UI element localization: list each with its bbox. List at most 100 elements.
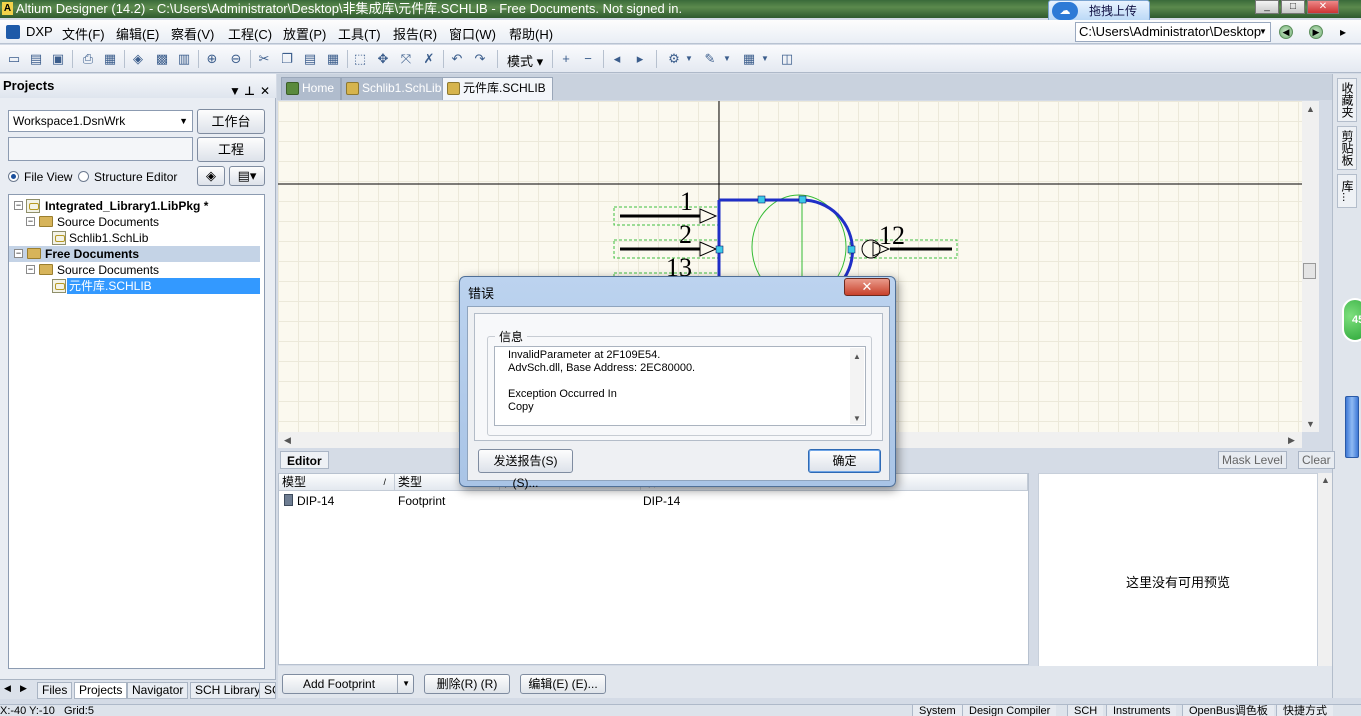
add-footprint-button[interactable]: Add Footprint ▼ <box>282 674 414 694</box>
menu-reports[interactable]: 报告(R) <box>393 24 437 43</box>
tree-item-schlib1[interactable]: Schlib1.SchLib <box>9 230 260 246</box>
menu-edit[interactable]: 编辑(E) <box>116 24 159 43</box>
component-icon[interactable]: ◫ <box>779 51 795 67</box>
close-window-button[interactable]: ✕ <box>1307 0 1339 14</box>
menu-project[interactable]: 工程(C) <box>228 24 272 43</box>
mode-dropdown[interactable]: 模式 ▾ <box>507 51 543 70</box>
move-icon[interactable]: ✥ <box>375 51 391 67</box>
menu-dxp[interactable]: DXP <box>26 24 53 39</box>
tree-item-libpkg[interactable]: − Integrated_Library1.LibPkg * <box>9 198 260 214</box>
tab-component-lib[interactable]: 元件库.SCHLIB <box>442 77 553 100</box>
send-report-button[interactable]: 发送报告(S) (S)... <box>478 449 573 490</box>
tab-scroll-left-icon[interactable]: ◀ <box>4 683 11 694</box>
scroll-right-icon[interactable]: ▶ <box>1288 435 1295 446</box>
scroll-up-icon[interactable]: ▲ <box>1321 475 1330 485</box>
zoom-out-icon[interactable]: ⊖ <box>228 51 244 67</box>
previous-icon[interactable]: ◂ <box>609 51 625 67</box>
tree-item-component-lib[interactable]: 元件库.SCHLIB <box>9 278 260 294</box>
menu-place[interactable]: 放置(P) <box>283 24 326 43</box>
layers-icon[interactable]: ◈ <box>130 51 146 67</box>
new-icon[interactable]: ▭ <box>6 51 22 67</box>
clear-button[interactable]: Clear <box>1298 451 1335 469</box>
status-openbus-button[interactable]: OpenBus调色板 <box>1182 705 1274 716</box>
side-tab-clipboard[interactable]: 剪贴板 <box>1337 126 1357 170</box>
status-system-button[interactable]: System <box>912 705 962 716</box>
chevron-down-icon[interactable]: ▼ <box>684 51 694 67</box>
message-scrollbar[interactable]: ▲ ▼ <box>850 348 864 424</box>
speed-badge[interactable]: 45 <box>1342 298 1361 342</box>
scroll-up-icon[interactable]: ▲ <box>1306 104 1315 114</box>
close-icon[interactable]: ✕ <box>260 79 270 103</box>
sheet-icon[interactable]: ▥ <box>176 51 192 67</box>
grid-icon[interactable]: ▦ <box>741 51 757 67</box>
editor-scrollbar[interactable]: ▲ <box>1318 473 1332 688</box>
menu-view[interactable]: 察看(V) <box>171 24 214 43</box>
copy-icon[interactable]: ❐ <box>279 51 295 67</box>
workspace-select[interactable]: Workspace1.DsnWrk ▼ <box>8 110 193 132</box>
delete-button[interactable]: 删除(R) (R) <box>424 674 510 694</box>
collapse-icon[interactable]: − <box>26 217 35 226</box>
canvas-vertical-scrollbar[interactable]: ▲ ▼ <box>1302 101 1319 432</box>
menu-file[interactable]: 文件(F) <box>62 24 105 43</box>
file-view-radio[interactable] <box>8 171 19 182</box>
collapse-icon[interactable]: − <box>14 249 23 258</box>
maximize-button[interactable]: □ <box>1281 0 1305 14</box>
chevron-down-icon[interactable]: ▼ <box>397 675 410 693</box>
tree-item-source-documents[interactable]: − Source Documents <box>9 262 260 278</box>
status-shortcuts-button[interactable]: 快捷方式 <box>1276 705 1333 716</box>
scroll-left-icon[interactable]: ◀ <box>284 435 291 446</box>
column-header-model[interactable]: 模型 / <box>279 474 395 491</box>
deselect-icon[interactable]: ✗ <box>421 51 437 67</box>
side-tab-libraries[interactable]: 库... <box>1337 174 1357 208</box>
tab-navigator[interactable]: Navigator <box>127 682 189 699</box>
zoom-in-icon[interactable]: ⊕ <box>204 51 220 67</box>
scroll-thumb[interactable] <box>1303 263 1316 279</box>
ok-button[interactable]: 确定 <box>808 449 881 473</box>
next-icon[interactable]: ▸ <box>632 51 648 67</box>
scroll-down-icon[interactable]: ▼ <box>1306 419 1315 429</box>
upload-button[interactable]: ☁ 拖拽上传 <box>1048 0 1150 22</box>
minimize-button[interactable]: _ <box>1255 0 1279 14</box>
undo-icon[interactable]: ↶ <box>449 51 465 67</box>
save-icon[interactable]: ▣ <box>50 51 66 67</box>
panel-menu-icon[interactable]: ▼ <box>229 79 241 103</box>
status-design-compiler-button[interactable]: Design Compiler <box>962 705 1057 716</box>
select-cross-icon[interactable]: ⤧ <box>398 51 414 67</box>
tab-schlib1[interactable]: Schlib1.SchLib <box>341 77 449 100</box>
project-button[interactable]: 工程 <box>197 137 265 162</box>
menu-tools[interactable]: 工具(T) <box>338 24 381 43</box>
workbench-button[interactable]: 工作台 <box>197 109 265 134</box>
tab-home[interactable]: Home <box>281 77 342 100</box>
status-sch-button[interactable]: SCH <box>1067 705 1104 716</box>
cut-icon[interactable]: ✂ <box>256 51 272 67</box>
back-icon[interactable]: ◀ <box>1279 25 1293 39</box>
board-icon[interactable]: ▩ <box>154 51 170 67</box>
rubber-stamp-icon[interactable]: ▦ <box>325 51 341 67</box>
tab-scroll-right-icon[interactable]: ▶ <box>20 683 27 694</box>
tab-sch-library[interactable]: SCH Library <box>190 682 266 699</box>
project-field[interactable] <box>8 137 193 161</box>
scroll-down-icon[interactable]: ▼ <box>853 412 861 425</box>
chevron-down-icon[interactable]: ▼ <box>760 51 770 67</box>
print-preview-icon[interactable]: ▦ <box>102 51 118 67</box>
menu-window[interactable]: 窗口(W) <box>449 24 496 43</box>
compile-icon[interactable]: ◈ <box>197 166 225 186</box>
path-combo[interactable]: C:\Users\Administrator\Desktop ▼ <box>1075 22 1271 42</box>
mask-level-button[interactable]: Mask Level <box>1218 451 1287 469</box>
tab-files[interactable]: Files <box>37 682 73 699</box>
tab-sch-more[interactable]: SC <box>259 682 276 699</box>
forward-icon[interactable]: ▶ <box>1309 25 1323 39</box>
dialog-close-button[interactable]: ✕ <box>844 278 890 296</box>
remove-icon[interactable]: − <box>580 51 596 67</box>
edit-button[interactable]: 编辑(E) (E)... <box>520 674 606 694</box>
collapse-icon[interactable]: − <box>26 265 35 274</box>
tree-item-free-documents[interactable]: − Free Documents <box>9 246 260 262</box>
collapse-icon[interactable]: − <box>14 201 23 210</box>
chevron-down-icon[interactable]: ▼ <box>722 51 732 67</box>
side-tab-favorites[interactable]: 收藏夹 <box>1337 78 1357 122</box>
add-icon[interactable]: + <box>558 51 574 67</box>
place-pin-icon[interactable]: ⚙ <box>666 51 682 67</box>
select-area-icon[interactable]: ⬚ <box>352 51 368 67</box>
paste-icon[interactable]: ▤ <box>302 51 318 67</box>
project-options-icon[interactable]: ▤▾ <box>229 166 265 186</box>
